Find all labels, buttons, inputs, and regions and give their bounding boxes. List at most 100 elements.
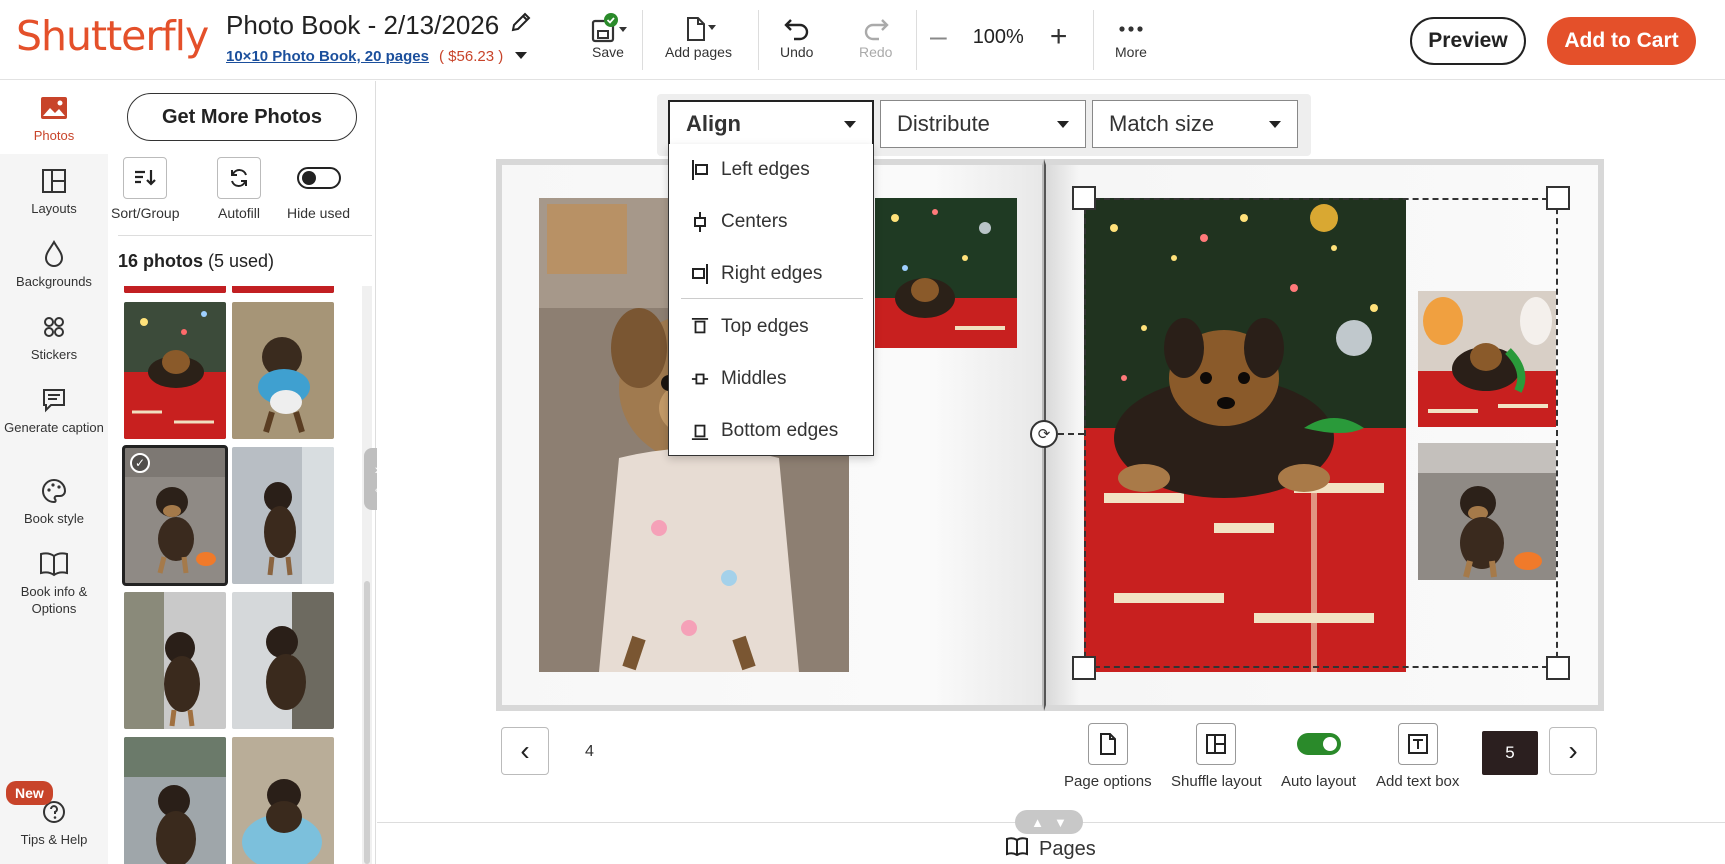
- align-bottom-edges-option[interactable]: Bottom edges: [669, 405, 875, 457]
- pages-panel-toggle[interactable]: Pages: [1005, 836, 1096, 862]
- rail-item-generate-caption[interactable]: Generate caption: [0, 385, 108, 436]
- selection-bounding-box: [1084, 198, 1558, 668]
- rotate-handle-icon[interactable]: ⟳: [1030, 420, 1058, 448]
- document-title-text: Photo Book - 2/13/2026: [226, 10, 500, 40]
- redo-button[interactable]: Redo: [859, 14, 892, 60]
- get-more-photos-button[interactable]: Get More Photos: [127, 93, 357, 141]
- header-divider: [1093, 10, 1094, 70]
- distribute-dropdown[interactable]: Distribute: [880, 100, 1086, 148]
- zoom-in-icon[interactable]: +: [1050, 22, 1068, 52]
- rail-item-layouts[interactable]: Layouts: [0, 166, 108, 217]
- droplet-icon: [43, 239, 65, 269]
- menu-item-label: Left edges: [721, 159, 810, 180]
- rail-item-photos[interactable]: Photos: [0, 81, 108, 154]
- rail-item-stickers[interactable]: Stickers: [0, 312, 108, 363]
- sort-group-button[interactable]: Sort/Group: [111, 157, 179, 221]
- auto-layout-switch[interactable]: [1296, 733, 1341, 755]
- photo-thumbnail[interactable]: [232, 302, 334, 439]
- previous-page-button[interactable]: ‹: [501, 727, 549, 775]
- price-close-paren: ): [498, 48, 504, 65]
- layout-icon: [41, 166, 67, 196]
- resize-handle-top-left[interactable]: [1072, 186, 1096, 210]
- add-pages-label: Add pages: [665, 44, 732, 60]
- photo-thumbnail[interactable]: [232, 737, 334, 864]
- align-left-edges-option[interactable]: Left edges: [669, 144, 875, 196]
- align-caret-icon: [844, 120, 856, 128]
- rail-item-label: Backgrounds: [16, 274, 92, 289]
- pages-label: Pages: [1039, 837, 1096, 860]
- document-title: Photo Book - 2/13/2026: [226, 10, 533, 41]
- save-button[interactable]: Save: [587, 13, 629, 60]
- palette-icon: [41, 476, 67, 506]
- edit-pencil-icon[interactable]: [509, 10, 533, 41]
- photo-scrollbar-thumb[interactable]: [364, 581, 370, 864]
- photo-thumbnail[interactable]: [232, 286, 334, 293]
- product-link[interactable]: 10×10 Photo Book, 20 pages: [226, 48, 429, 65]
- more-dots-icon: [1118, 14, 1144, 44]
- shuffle-layout-label: Shuffle layout: [1171, 773, 1262, 790]
- photo-count-number: 16 photos: [118, 251, 204, 271]
- more-button[interactable]: More: [1115, 14, 1147, 60]
- undo-label: Undo: [780, 44, 814, 60]
- sticker-icon: [41, 312, 67, 342]
- photo-thumbnail[interactable]: [124, 592, 226, 729]
- photo-thumbnail[interactable]: [232, 592, 334, 729]
- preview-button[interactable]: Preview: [1410, 17, 1526, 65]
- book-open-icon: [1005, 836, 1029, 862]
- align-middles-option[interactable]: Middles: [669, 353, 875, 405]
- next-page-button[interactable]: ›: [1549, 727, 1597, 775]
- undo-button[interactable]: Undo: [780, 14, 813, 60]
- hide-used-toggle[interactable]: Hide used: [287, 157, 350, 221]
- save-label: Save: [592, 44, 624, 60]
- zoom-control: – 100% +: [930, 22, 1067, 52]
- rail-item-book-info[interactable]: Book info & Options: [0, 549, 108, 617]
- page-photo[interactable]: [875, 198, 1017, 348]
- current-page-badge[interactable]: 5: [1482, 731, 1538, 775]
- align-right-edges-option[interactable]: Right edges: [669, 248, 875, 300]
- rail-item-label: Book info & Options: [20, 584, 88, 616]
- zoom-level: 100%: [972, 25, 1024, 48]
- photo-thumbnail[interactable]: [232, 447, 334, 584]
- hide-used-switch[interactable]: [296, 167, 341, 189]
- product-chevron-down-icon[interactable]: [513, 48, 529, 65]
- new-badge: New: [6, 781, 53, 805]
- shutterfly-logo[interactable]: Shutterfly: [16, 12, 209, 60]
- left-rail: Photos Layouts Backgrounds Stickers Gene…: [0, 81, 108, 864]
- image-icon: [40, 93, 68, 123]
- add-pages-button[interactable]: Add pages: [665, 14, 732, 60]
- rail-item-label: Generate caption: [4, 420, 104, 435]
- shuffle-layout-button[interactable]: Shuffle layout: [1171, 723, 1262, 790]
- add-text-box-button[interactable]: Add text box: [1376, 723, 1459, 790]
- resize-handle-top-right[interactable]: [1546, 186, 1570, 210]
- zoom-out-icon[interactable]: –: [930, 22, 947, 52]
- photo-thumbnail-selected[interactable]: ✓: [122, 445, 228, 586]
- redo-icon: [861, 14, 891, 44]
- add-to-cart-button[interactable]: Add to Cart: [1547, 17, 1696, 65]
- text-box-icon: [1397, 723, 1438, 765]
- match-size-caret-icon: [1269, 120, 1281, 128]
- photo-thumbnail[interactable]: [124, 737, 226, 864]
- sort-icon: [123, 157, 168, 199]
- menu-item-label: Bottom edges: [721, 420, 839, 441]
- rail-item-backgrounds[interactable]: Backgrounds: [0, 239, 108, 290]
- match-size-dropdown[interactable]: Match size: [1092, 100, 1298, 148]
- align-dropdown[interactable]: Align: [668, 100, 874, 148]
- pages-expand-toggle[interactable]: ▲ ▼: [1015, 810, 1083, 834]
- logo-text: Shutterfly: [16, 12, 209, 60]
- resize-handle-bottom-right[interactable]: [1546, 656, 1570, 680]
- page-options-button[interactable]: Page options: [1064, 723, 1152, 790]
- resize-handle-bottom-left[interactable]: [1072, 656, 1096, 680]
- rotate-connector: [1058, 433, 1084, 435]
- rail-item-book-style[interactable]: Book style: [0, 476, 108, 527]
- auto-layout-toggle[interactable]: Auto layout: [1281, 723, 1356, 790]
- align-top-edges-option[interactable]: Top edges: [669, 301, 875, 353]
- header-divider: [916, 10, 917, 70]
- align-left-icon: [691, 159, 709, 181]
- autofill-button[interactable]: Autofill: [217, 157, 261, 221]
- hide-used-label: Hide used: [287, 205, 351, 221]
- photo-thumbnail[interactable]: [124, 286, 226, 293]
- header-divider: [758, 10, 759, 70]
- align-centers-option[interactable]: Centers: [669, 196, 875, 248]
- photo-thumbnail[interactable]: [124, 302, 226, 439]
- autofill-refresh-icon: [217, 157, 261, 199]
